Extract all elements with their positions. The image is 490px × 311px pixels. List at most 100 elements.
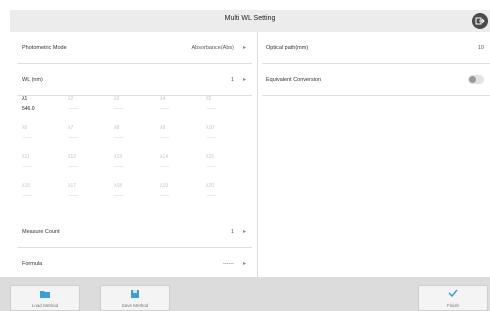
wl-count-value: 1: [230, 77, 234, 83]
wavelength-value: ------: [114, 164, 124, 170]
title-bar: Multi WL Setting: [10, 10, 490, 32]
equivalent-conversion-toggle[interactable]: [468, 75, 484, 84]
chevron-right-icon: ▸: [242, 261, 246, 267]
wavelength-value: ------: [22, 164, 32, 170]
wavelength-cell[interactable]: λ16 ------: [18, 183, 64, 205]
formula-row[interactable]: Formula ------ ▸: [18, 248, 252, 274]
measure-count-row[interactable]: Measure Count 1 ▸: [18, 216, 252, 248]
wavelength-label: λ18: [114, 183, 123, 189]
wavelength-value: ------: [206, 193, 216, 199]
wavelength-label: λ9: [160, 125, 166, 131]
wl-label: WL (nm): [22, 77, 43, 83]
wavelength-cell[interactable]: λ1 546.0: [18, 96, 64, 118]
wavelength-value: ------: [160, 193, 170, 199]
measure-count-value: 1: [230, 229, 234, 235]
wavelength-cell[interactable]: λ2 ------: [64, 96, 110, 118]
wavelength-value: ------: [114, 106, 124, 112]
optical-path-value: 10: [477, 45, 484, 51]
wavelength-label: λ6: [22, 125, 28, 131]
finish-button[interactable]: Finish: [418, 285, 488, 311]
wavelength-cell[interactable]: λ15 ------: [202, 154, 248, 176]
photometric-mode-row[interactable]: Photometric Mode Absorbance(Abs) ▸: [18, 32, 252, 64]
wavelength-cell[interactable]: λ6 ------: [18, 125, 64, 147]
measure-count-label: Measure Count: [22, 229, 60, 235]
wavelength-label: λ7: [68, 125, 74, 131]
wavelength-label: λ1: [22, 96, 28, 102]
wavelength-label: λ12: [68, 154, 77, 160]
wavelength-cell[interactable]: λ18 ------: [110, 183, 156, 205]
wavelength-label: λ2: [68, 96, 74, 102]
load-method-label: Load Method: [31, 303, 59, 308]
exit-icon: [475, 17, 485, 25]
wavelength-cell[interactable]: λ7 ------: [64, 125, 110, 147]
optical-path-row[interactable]: Optical path(mm) 10: [262, 32, 490, 64]
folder-icon: [40, 291, 50, 298]
wavelength-value: ------: [206, 135, 216, 141]
wavelength-label: λ5: [206, 96, 212, 102]
wavelength-value: ------: [22, 193, 32, 199]
equivalent-conversion-row: Equivalent Conversion: [262, 64, 490, 96]
wavelength-label: λ16: [22, 183, 31, 189]
wavelength-cell[interactable]: λ10 ------: [202, 125, 248, 147]
wavelength-cell[interactable]: λ8 ------: [110, 125, 156, 147]
optical-path-label: Optical path(mm): [266, 45, 309, 51]
formula-label: Formula: [22, 261, 43, 267]
wavelength-cell[interactable]: λ20 ------: [202, 183, 248, 205]
save-method-button[interactable]: Save Method: [100, 285, 170, 311]
wavelength-label: λ15: [206, 154, 215, 160]
photometric-mode-label: Photometric Mode: [22, 45, 67, 51]
photometric-mode-value: Absorbance(Abs): [191, 45, 235, 51]
equivalent-conversion-label: Equivalent Conversion: [266, 77, 322, 83]
wavelength-value: ------: [68, 193, 78, 199]
wavelength-label: λ10: [206, 125, 215, 131]
wavelength-value: ------: [114, 193, 124, 199]
wavelength-label: λ11: [22, 154, 30, 160]
wavelength-label: λ4: [160, 96, 166, 102]
wavelength-cell[interactable]: λ12 ------: [64, 154, 110, 176]
wavelength-value: ------: [68, 135, 78, 141]
wavelength-cell[interactable]: λ4 ------: [156, 96, 202, 118]
wavelength-cell[interactable]: λ11 ------: [18, 154, 64, 176]
wavelength-label: λ20: [206, 183, 215, 189]
wavelength-cell[interactable]: λ9 ------: [156, 125, 202, 147]
chevron-right-icon: ▸: [242, 45, 246, 51]
finish-label: Finish: [446, 303, 459, 308]
wavelength-value: ------: [160, 135, 170, 141]
wavelength-cell[interactable]: λ17 ------: [64, 183, 110, 205]
wavelength-value: ------: [160, 164, 170, 170]
wavelength-value: ------: [68, 106, 78, 112]
wavelength-label: λ3: [114, 96, 120, 102]
wavelength-value: ------: [160, 106, 170, 112]
wavelength-value: ------: [114, 135, 124, 141]
left-panel: Photometric Mode Absorbance(Abs) ▸ WL (n…: [18, 32, 252, 274]
formula-value: ------: [223, 261, 234, 267]
wl-row[interactable]: WL (nm) 1 ▸: [18, 64, 252, 96]
wavelength-value: ------: [68, 164, 78, 170]
wavelength-label: λ14: [160, 154, 169, 160]
wavelength-value: 546.0: [22, 106, 35, 112]
wavelength-value: ------: [22, 135, 32, 141]
wavelength-cell[interactable]: λ19 ------: [156, 183, 202, 205]
wavelength-label: λ17: [68, 183, 77, 189]
back-button[interactable]: [472, 13, 488, 29]
wavelength-cell[interactable]: λ14 ------: [156, 154, 202, 176]
wavelength-label: λ19: [160, 183, 169, 189]
wavelength-value: ------: [206, 164, 216, 170]
toggle-knob: [469, 76, 476, 83]
wavelength-label: λ13: [114, 154, 123, 160]
chevron-right-icon: ▸: [242, 229, 246, 235]
right-panel: Optical path(mm) 10 Equivalent Conversio…: [262, 32, 490, 274]
column-divider: [257, 32, 258, 277]
checkmark-icon: [448, 289, 458, 297]
save-icon: [131, 290, 139, 298]
wavelength-value: ------: [206, 106, 216, 112]
wavelength-cell[interactable]: λ5 ------: [202, 96, 248, 118]
save-method-label: Save Method: [121, 303, 149, 308]
wavelength-cell[interactable]: λ3 ------: [110, 96, 156, 118]
wavelength-label: λ8: [114, 125, 120, 131]
wavelength-cell[interactable]: λ13 ------: [110, 154, 156, 176]
footer-bar: Load Method Save Method Finish: [0, 277, 490, 311]
load-method-button[interactable]: Load Method: [10, 285, 80, 311]
window-title: Multi WL Setting: [224, 15, 276, 22]
chevron-right-icon: ▸: [242, 77, 246, 83]
